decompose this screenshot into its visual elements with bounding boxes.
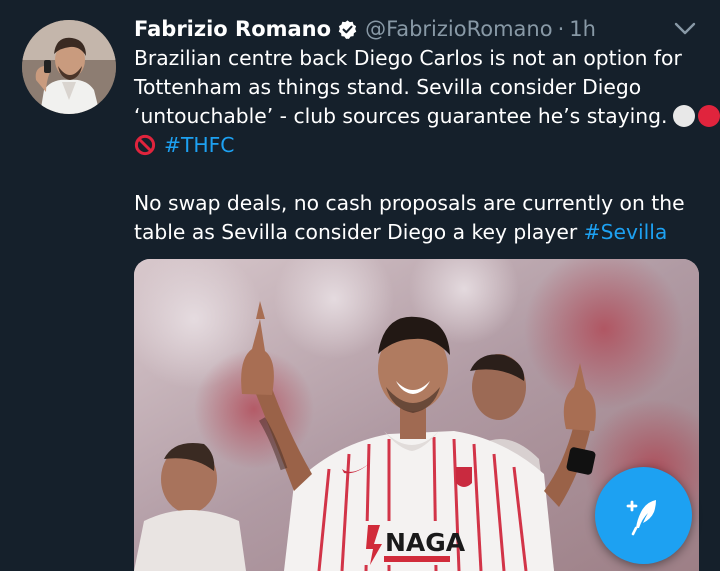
tweet-line: table as Sevilla consider Diego a key pl… — [134, 218, 694, 247]
hashtag-link[interactable]: #Sevilla — [584, 220, 668, 244]
tweet-line: #THFC — [134, 131, 694, 160]
compose-tweet-button[interactable] — [595, 467, 692, 564]
tweet-line: No swap deals, no cash proposals are cur… — [134, 191, 685, 215]
tweet-timestamp[interactable]: 1h — [569, 17, 596, 41]
chevron-down-icon[interactable] — [672, 18, 698, 38]
verified-badge-icon — [337, 19, 358, 40]
author-name[interactable]: Fabrizio Romano — [134, 17, 331, 41]
tweet-line-text: ‘untouchable’ - club sources guarantee h… — [134, 104, 668, 128]
tweet-text: Brazilian centre back Diego Carlos is no… — [134, 44, 720, 247]
prohibited-emoji — [134, 134, 156, 156]
hashtag-link[interactable]: #THFC — [164, 133, 234, 157]
tweet-line: ‘untouchable’ - club sources guarantee h… — [134, 102, 720, 131]
tweet-line-spacer — [134, 160, 694, 189]
tweet-line: Tottenham as things stand. Sevilla consi… — [134, 75, 642, 99]
white-circle-emoji — [673, 105, 696, 127]
separator-dot: · — [557, 17, 565, 41]
tweet[interactable]: Fabrizio Romano @FabrizioRomano · 1h Bra… — [0, 0, 720, 571]
compose-tweet-icon — [626, 499, 656, 535]
tweet-line: Brazilian centre back Diego Carlos is no… — [134, 46, 682, 70]
avatar-photo — [22, 20, 116, 114]
sponsor-logo: NAGA — [385, 528, 466, 557]
author-handle[interactable]: @FabrizioRomano — [365, 17, 553, 41]
red-circle-emoji — [698, 105, 720, 127]
tweet-header: Fabrizio Romano @FabrizioRomano · 1h — [134, 14, 596, 44]
tweet-line-text: table as Sevilla consider Diego a key pl… — [134, 220, 578, 244]
avatar[interactable] — [22, 20, 116, 114]
